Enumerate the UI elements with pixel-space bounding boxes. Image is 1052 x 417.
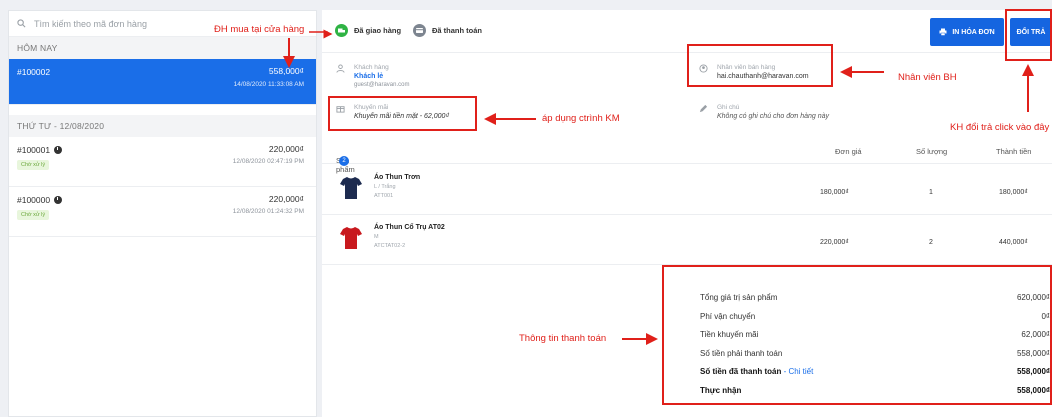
- annotation-return: KH đổi trả click vào đây: [950, 122, 1050, 133]
- product-row: Áo Thun Cổ Trụ AT02 M ATCTAT02-2 220,000…: [322, 215, 1052, 265]
- order-list-panel: Tìm kiếm theo mã đơn hàng HÔM NAY #10000…: [8, 10, 317, 417]
- annotation-store-purchase: ĐH mua tại cửa hàng: [214, 24, 305, 35]
- customer-label: Khách hàng: [354, 64, 389, 71]
- user-icon: [336, 64, 345, 73]
- order-date: 14/08/2020 11:33:08 AM: [233, 81, 304, 88]
- order-detail-app: Tìm kiếm theo mã đơn hàng HÔM NAY #10000…: [0, 0, 1052, 417]
- annotation-promo: áp dụng ctrình KM: [542, 113, 620, 124]
- annotation-staff: Nhân viên BH: [898, 72, 957, 83]
- tshirt-red-image: [340, 227, 362, 249]
- tshirt-navy-image: [340, 177, 362, 199]
- card-icon: [413, 24, 426, 37]
- order-code-wrap: #100001: [17, 145, 63, 155]
- product-qty: 1: [929, 189, 933, 196]
- status-badge: Chờ xử lý: [17, 210, 50, 220]
- status-badge: Chờ xử lý: [17, 160, 50, 170]
- price-header: Đơn giá: [835, 147, 862, 156]
- group-label-today: HÔM NAY: [9, 37, 316, 59]
- annotation-box-staff: [687, 44, 833, 87]
- customer-name-link[interactable]: Khách lẻ: [354, 73, 383, 80]
- order-date: 12/08/2020 02:47:19 PM: [232, 158, 304, 165]
- qty-header: Số lượng: [916, 147, 948, 156]
- annotation-box-payment: [662, 265, 1052, 405]
- order-amount: 220,000₫: [268, 194, 304, 204]
- order-item-100001[interactable]: #100001 220,000₫ Chờ xử lý 12/08/2020 02…: [9, 137, 316, 187]
- order-amount: 558,000₫: [268, 66, 304, 76]
- status-delivered: Đã giao hàng: [335, 24, 401, 37]
- print-invoice-button[interactable]: IN HÓA ĐƠN: [930, 18, 1004, 46]
- order-item-100000[interactable]: #100000 220,000₫ Chờ xử lý 12/08/2020 01…: [9, 187, 316, 237]
- order-code-wrap: #100000: [17, 195, 63, 205]
- order-date: 12/08/2020 01:24:32 PM: [232, 208, 304, 215]
- annotation-payment: Thông tin thanh toán: [519, 333, 607, 344]
- order-code: #100002: [17, 67, 51, 77]
- status-delivered-label: Đã giao hàng: [354, 26, 402, 35]
- product-price: 220,000₫: [820, 239, 849, 246]
- group-label-wednesday: THỨ TƯ - 12/08/2020: [9, 115, 316, 137]
- annotation-box-return: [1005, 9, 1052, 61]
- pencil-icon: [699, 104, 708, 113]
- clock-icon: [54, 196, 63, 204]
- product-name[interactable]: Áo Thun Cổ Trụ AT02: [374, 224, 445, 231]
- clock-icon: [54, 146, 63, 154]
- product-sku: ATCTAT02-2: [374, 243, 406, 249]
- total-header: Thành tiền: [996, 147, 1032, 156]
- product-variant: L / Trắng: [374, 184, 396, 190]
- product-total: 440,000₫: [999, 239, 1028, 246]
- search-placeholder: Tìm kiếm theo mã đơn hàng: [34, 18, 147, 29]
- truck-icon: [335, 24, 348, 37]
- order-code: #100001: [17, 145, 51, 155]
- search-icon: [17, 19, 26, 28]
- customer-email: guest@haravan.com: [354, 82, 410, 88]
- order-item-100002[interactable]: #100002 558,000₫ 14/08/2020 11:33:08 AM: [9, 59, 316, 105]
- product-table-header: Sản phẩm2 Đơn giá Số lượng Thành tiền: [322, 138, 1052, 174]
- print-invoice-label: IN HÓA ĐƠN: [952, 28, 995, 36]
- product-price: 180,000₫: [820, 189, 849, 196]
- annotation-box-promo: [328, 96, 477, 131]
- order-amount: 220,000₫: [268, 144, 304, 154]
- product-variant: M: [374, 234, 379, 240]
- product-qty: 2: [929, 239, 933, 246]
- product-sku: ATT001: [374, 193, 394, 199]
- product-row: Áo Thun Trơn L / Trắng ATT001 180,000₫ 1…: [322, 165, 1052, 215]
- printer-icon: [939, 28, 947, 36]
- note-value: Không có ghi chú cho đơn hàng này: [717, 113, 830, 120]
- status-paid-label: Đã thanh toán: [432, 26, 482, 35]
- product-name[interactable]: Áo Thun Trơn: [374, 174, 420, 181]
- product-total: 180,000₫: [999, 189, 1028, 196]
- note-label: Ghi chú: [717, 104, 740, 111]
- status-paid: Đã thanh toán: [413, 24, 482, 37]
- order-code: #100000: [17, 195, 51, 205]
